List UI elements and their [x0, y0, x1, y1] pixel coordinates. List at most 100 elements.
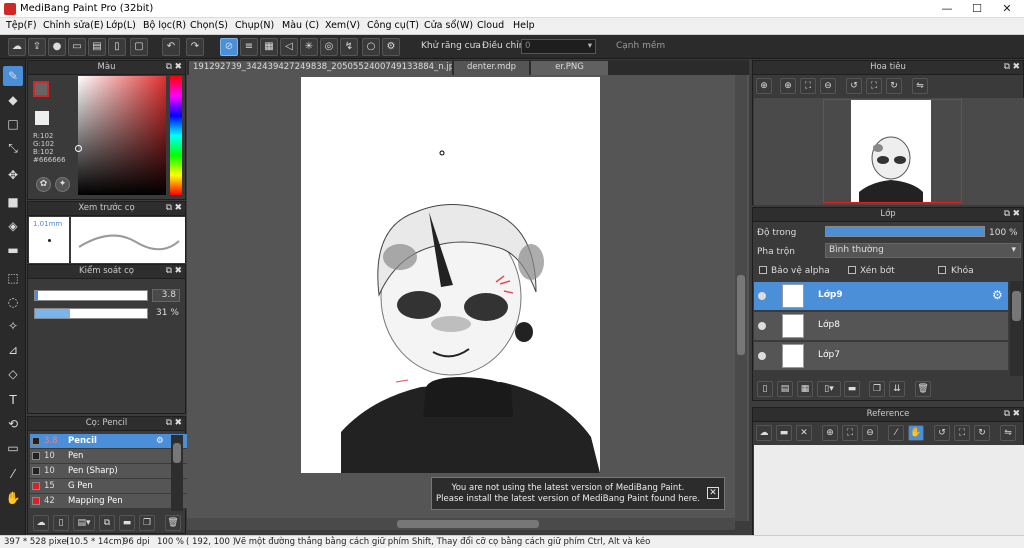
radial-snap-icon[interactable]: ✳ [300, 38, 318, 56]
upload-icon[interactable]: ⇪ [28, 38, 46, 56]
canvas-vertical-scrollbar[interactable] [735, 75, 747, 521]
reference-fit-icon[interactable]: ⛶ [842, 425, 858, 441]
fit-icon[interactable]: ⛶ [800, 78, 816, 94]
navigator-viewport-frame[interactable] [823, 99, 962, 203]
float-panel-icon[interactable]: ⧉ [1004, 208, 1010, 221]
reference-close-icon[interactable]: ✕ [796, 425, 812, 441]
hue-slider[interactable] [170, 76, 182, 195]
move-tool-icon[interactable]: ✥ [3, 165, 23, 185]
close-panel-icon[interactable]: ✖ [174, 417, 182, 430]
menu-tools[interactable]: Công cụ(T) [367, 20, 419, 31]
clipping-checkbox[interactable] [848, 266, 856, 274]
new-layer-icon[interactable]: ▯ [757, 381, 773, 397]
close-window-button[interactable]: ✕ [992, 0, 1022, 18]
dot-tool-icon[interactable]: □ [3, 114, 23, 134]
maximize-button[interactable]: ☐ [962, 0, 992, 18]
menu-select[interactable]: Chọn(S) [190, 20, 228, 31]
close-panel-icon[interactable]: ✖ [1012, 208, 1020, 221]
snap-off-icon[interactable]: ⊘ [220, 38, 238, 56]
menu-filter[interactable]: Bộ lọc(R) [143, 20, 186, 31]
select-eraser-tool-icon[interactable]: ◇ [3, 364, 23, 384]
foreground-color-swatch[interactable] [33, 81, 49, 97]
float-panel-icon[interactable]: ⧉ [166, 202, 172, 215]
delete-brush-icon[interactable]: 🗑 [165, 515, 181, 531]
close-panel-icon[interactable]: ✖ [1012, 408, 1020, 421]
layer-row[interactable]: Lớp7 [754, 342, 1008, 371]
float-panel-icon[interactable]: ⧉ [166, 417, 172, 430]
canvas-horizontal-scrollbar[interactable] [187, 518, 735, 530]
brush-size-slider[interactable] [34, 290, 148, 301]
close-panel-icon[interactable]: ✖ [174, 202, 182, 215]
reset-view-icon[interactable]: ⛶ [866, 78, 882, 94]
gear-icon[interactable]: ⚙ [156, 434, 164, 448]
reference-rotate-left-icon[interactable]: ↺ [934, 425, 950, 441]
blend-mode-select[interactable]: Bình thường ▾ [825, 243, 1021, 258]
duplicate-layer-icon[interactable]: ❐ [869, 381, 885, 397]
reference-zoom-in-icon[interactable]: ⊕ [822, 425, 838, 441]
saturation-value-picker[interactable] [78, 76, 166, 195]
close-panel-icon[interactable]: ✖ [174, 265, 182, 278]
operation-tool-icon[interactable]: ⟲ [3, 414, 23, 434]
grid-snap-icon[interactable]: ▦ [260, 38, 278, 56]
reference-hand-icon[interactable]: ✋ [908, 425, 924, 441]
add-brush-cloud-icon[interactable]: ☁ [33, 515, 49, 531]
rotate-left-icon[interactable]: ↺ [846, 78, 862, 94]
flip-icon[interactable]: ⇋ [912, 78, 928, 94]
menu-file[interactable]: Tệp(F) [6, 20, 37, 31]
file-icon[interactable]: ▯ [108, 38, 126, 56]
menu-view[interactable]: Xem(V) [325, 20, 360, 31]
reference-open-icon[interactable]: ▬ [776, 425, 792, 441]
brush-list-scrollbar[interactable] [171, 435, 183, 511]
circle-snap-icon[interactable]: ○ [362, 38, 380, 56]
eraser-tool-icon[interactable]: ◆ [3, 90, 23, 110]
adjust-select[interactable]: 0 ▾ [521, 39, 596, 54]
shape-tool-icon[interactable]: ■ [3, 192, 23, 212]
divide-tool-icon[interactable]: ▭ [3, 438, 23, 458]
reference-cloud-icon[interactable]: ☁ [756, 425, 772, 441]
layer-row[interactable]: Lớp8 [754, 312, 1008, 341]
text-tool-icon[interactable]: T [3, 390, 23, 410]
drawing-canvas[interactable] [301, 77, 600, 473]
float-panel-icon[interactable]: ⧉ [166, 265, 172, 278]
folder-icon[interactable]: ▬ [119, 515, 135, 531]
reference-flip-icon[interactable]: ⇋ [1000, 425, 1016, 441]
brush-size-value[interactable]: 3.8 [152, 289, 180, 302]
magic-wand-tool-icon[interactable]: ✧ [3, 316, 23, 336]
zoom-out-icon[interactable]: ⊖ [820, 78, 836, 94]
color-settings-icon[interactable]: ✦ [55, 177, 70, 192]
page-icon[interactable]: ▢ [130, 38, 148, 56]
reference-eyedropper-icon[interactable]: ⁄ [888, 425, 904, 441]
menu-capture[interactable]: Chụp(N) [235, 20, 274, 31]
new-halftone-layer-icon[interactable]: ▤ [777, 381, 793, 397]
tab-denter-mdp[interactable]: denter.mdp [454, 61, 529, 75]
zoom-in-icon[interactable]: ⊕ [756, 78, 772, 94]
layer-list-scrollbar[interactable] [1010, 281, 1023, 376]
brush-menu-icon[interactable]: ▤▾ [73, 515, 95, 531]
layer-opacity-slider[interactable] [825, 226, 985, 237]
select-brush-tool-icon[interactable]: ⊿ [3, 340, 23, 360]
brush-opacity-slider[interactable] [34, 308, 148, 319]
tab-er-png[interactable]: er.PNG [531, 61, 608, 75]
new-8bit-layer-icon[interactable]: ▦ [797, 381, 813, 397]
settings-snap-icon[interactable]: ⚙ [382, 38, 400, 56]
eye-icon[interactable] [758, 322, 766, 330]
update-notice[interactable]: You are not using the latest version of … [431, 477, 725, 510]
undo-icon[interactable]: ↶ [162, 38, 180, 56]
navigator-preview[interactable] [754, 98, 1024, 205]
curve-snap-icon[interactable]: ↯ [340, 38, 358, 56]
menu-window[interactable]: Cửa sổ(W) [424, 20, 473, 31]
new-brush-icon[interactable]: ▯ [53, 515, 69, 531]
zoom-in-alt-icon[interactable]: ⊕ [780, 78, 796, 94]
reference-rotate-right-icon[interactable]: ↻ [974, 425, 990, 441]
duplicate-brush-icon[interactable]: ⧉ [99, 515, 115, 531]
protect-alpha-checkbox[interactable] [759, 266, 767, 274]
select-pen-tool-icon[interactable]: ⤡ [3, 138, 23, 158]
tab-image-jpg[interactable]: 191292739_342439427249838_20505524007491… [189, 61, 452, 75]
chat-icon[interactable]: ▭ [68, 38, 86, 56]
merge-layer-icon[interactable]: ⇊ [889, 381, 905, 397]
float-panel-icon[interactable]: ⧉ [1004, 408, 1010, 421]
redo-icon[interactable]: ↷ [186, 38, 204, 56]
eyedropper-tool-icon[interactable]: ⁄ [3, 464, 23, 484]
close-notice-icon[interactable]: ✕ [707, 487, 719, 499]
eye-icon[interactable] [758, 292, 766, 300]
